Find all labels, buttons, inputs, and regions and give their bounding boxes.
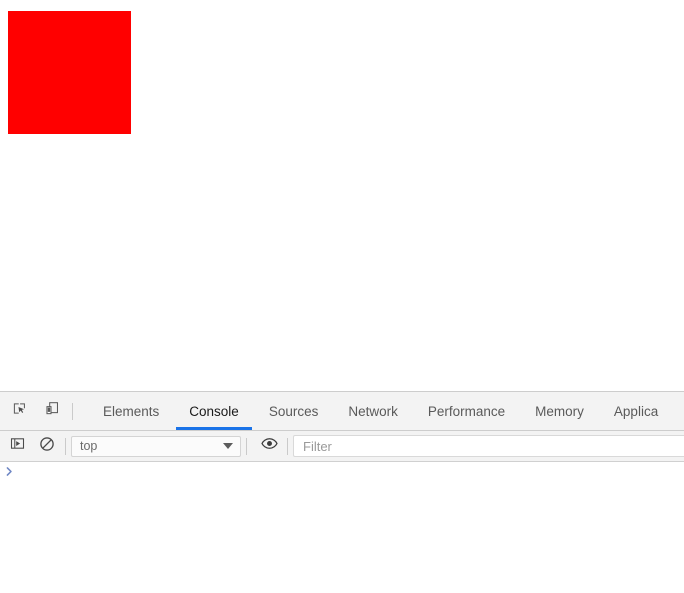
tab-sources[interactable]: Sources <box>254 392 334 430</box>
red-square <box>8 11 131 134</box>
device-toolbar-button[interactable] <box>39 398 66 425</box>
devtools-panel: Elements Console Sources Network Perform… <box>0 391 684 593</box>
tab-label: Memory <box>535 403 584 419</box>
console-toolbar-separator-2 <box>246 437 247 455</box>
console-sidebar-icon <box>10 436 25 456</box>
tab-label: Performance <box>427 403 506 419</box>
tab-application[interactable]: Applica <box>599 392 673 430</box>
tab-console[interactable]: Console <box>174 392 254 430</box>
tab-label: Applica <box>613 403 659 419</box>
eye-icon <box>260 435 278 457</box>
inspect-element-icon <box>12 401 27 421</box>
chevron-down-icon <box>223 443 233 449</box>
device-toolbar-icon <box>45 401 60 421</box>
tab-network[interactable]: Network <box>333 392 413 430</box>
execution-context-value: top <box>80 439 98 453</box>
tab-label: Console <box>189 403 239 419</box>
console-sidebar-toggle-button[interactable] <box>4 434 30 459</box>
console-toolbar-separator-1 <box>65 437 66 455</box>
execution-context-select[interactable]: top <box>71 435 241 457</box>
console-toolbar: top Filter <box>0 431 684 462</box>
tab-elements[interactable]: Elements <box>88 392 174 430</box>
tab-memory[interactable]: Memory <box>520 392 599 430</box>
console-filter-placeholder: Filter <box>303 438 332 454</box>
console-prompt-input[interactable] <box>18 465 684 482</box>
console-prompt-row[interactable] <box>0 462 684 485</box>
devtools-tab-list: Elements Console Sources Network Perform… <box>88 392 684 430</box>
clear-console-icon <box>39 436 55 457</box>
devtools-tabbar: Elements Console Sources Network Perform… <box>0 392 684 431</box>
tab-label: Sources <box>268 403 319 419</box>
tab-performance[interactable]: Performance <box>413 392 520 430</box>
page-viewport <box>0 0 684 391</box>
live-expression-button[interactable] <box>256 434 282 459</box>
console-toolbar-separator-3 <box>287 437 288 455</box>
inspect-element-button[interactable] <box>6 398 33 425</box>
tabbar-separator <box>72 402 73 420</box>
console-prompt-chevron-icon <box>0 465 18 477</box>
clear-console-button[interactable] <box>34 434 60 459</box>
console-message-area[interactable] <box>0 462 684 593</box>
tab-label: Network <box>348 403 398 419</box>
console-filter-input[interactable]: Filter <box>293 435 684 457</box>
tab-label: Elements <box>103 403 160 419</box>
